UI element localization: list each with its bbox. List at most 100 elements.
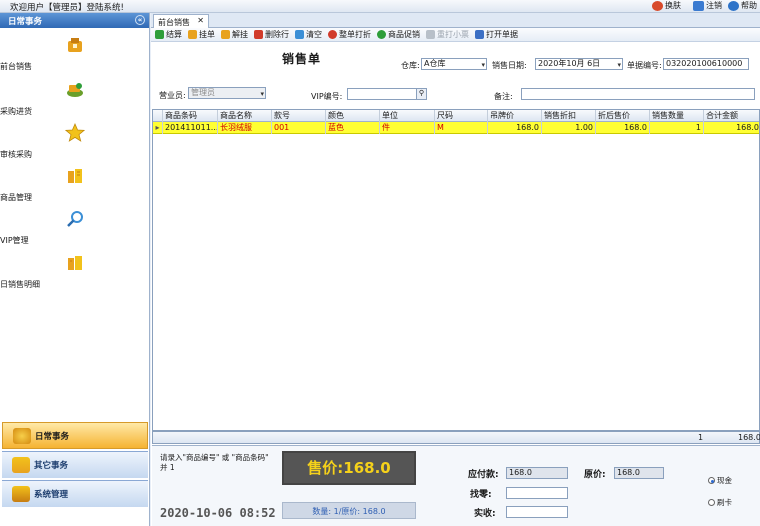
col-discount[interactable]: 销售折扣 [542,110,596,122]
sidebar-item-review-purchase[interactable]: 审核采购 [0,122,150,159]
sidebar-item-front-sales[interactable]: 前台销售 [0,35,150,71]
col-tag-price[interactable]: 吊牌价 [488,110,542,122]
tab-bar: 前台销售 ✕ [151,13,760,28]
sidebar-item-purchase[interactable]: 采购进货 [0,80,150,116]
col-color[interactable]: 颜色 [326,110,380,122]
summary-amount: 168.0 [738,433,760,442]
main-panel: 前台销售 ✕ 结算 挂单 解挂 删除行 清空 整单打折 商品促销 重打小票 打开… [151,13,760,526]
row-indicator-icon: ▸ [153,122,163,134]
sales-date-label: 销售日期: [492,61,527,70]
sales-date-picker[interactable]: 2020年10月 6日 ▾ [535,58,623,70]
unhang-icon [221,30,230,39]
pay-cash-radio[interactable]: 现金 [708,475,732,486]
col-discounted-price[interactable]: 折后售价 [596,110,650,122]
order-discount-button[interactable]: 整单打折 [328,29,371,40]
col-size[interactable]: 尺码 [435,110,488,122]
skin-icon [652,0,663,11]
page-title: 销售单 [282,52,322,66]
reprint-receipt-button[interactable]: 重打小票 [426,29,469,40]
clerk-label: 营业员: [159,91,186,100]
unhang-order-button[interactable]: 解挂 [221,29,248,40]
clear-button[interactable]: 清空 [295,29,322,40]
report-icon [68,256,82,270]
promotion-icon [377,30,386,39]
top-bar: 欢迎用户【管理员】登陆系统! 换肤 注销 帮助 [0,0,760,13]
amount-due-label: 应付款: [468,470,499,480]
other-affairs-icon [12,457,30,473]
vip-input[interactable]: ⚲ [347,88,427,100]
open-document-button[interactable]: 打开单据 [475,29,518,40]
clerk-select[interactable]: 管理员 ▾ [188,87,266,99]
vip-label: VIP编号: [311,92,343,101]
change-field [506,487,568,499]
tab-front-sales[interactable]: 前台销售 ✕ [153,14,209,28]
sales-grid: 商品条码 商品名称 款号 颜色 单位 尺码 吊牌价 销售折扣 折后售价 销售数量… [152,109,760,431]
logout-icon [693,0,704,11]
received-label: 实收: [474,509,496,519]
daily-affairs-icon [13,427,31,444]
checkout-panel: 请录入"商品编号" 或 "商品条码" 并 1 2020-10-06 08:52 … [152,445,760,526]
col-name[interactable]: 商品名称 [218,110,272,122]
grid-header: 商品条码 商品名称 款号 颜色 单位 尺码 吊牌价 销售折扣 折后售价 销售数量… [153,110,759,122]
change-label: 找零: [470,490,492,500]
welcome-text: 欢迎用户【管理员】登陆系统! [10,3,124,13]
star-icon [64,122,86,142]
group-other-affairs[interactable]: 其它事务 [2,451,148,478]
help-button[interactable]: 帮助 [728,0,757,11]
input-hint: 请录入"商品编号" 或 "商品条码" 并 1 [160,453,269,472]
col-total[interactable]: 合计金额 [704,110,759,122]
sidebar: 日常事务 « 前台销售 采购进货 审核采购 商品管理 VIP管理 日销售明细 日… [0,13,150,526]
shop-icon [68,38,82,52]
skin-button[interactable]: 换肤 [652,0,681,11]
settle-icon [155,30,164,39]
group-daily-affairs[interactable]: 日常事务 [2,422,148,449]
quantity-display: 数量: 1/原价: 168.0 [282,502,416,519]
sidebar-header: 日常事务 « [0,13,149,28]
hang-order-button[interactable]: 挂单 [188,29,215,40]
received-input[interactable] [506,506,568,518]
col-barcode[interactable]: 商品条码 [163,110,218,122]
settle-button[interactable]: 结算 [155,29,182,40]
chevron-down-icon: ▾ [260,90,264,98]
calendar-dropdown-icon: ▾ [617,61,621,69]
note-label: 备注: [494,92,513,101]
table-row[interactable]: ▸ 201411011... 长羽绒服 001 蓝色 件 M 168.0 1.0… [153,122,759,134]
discount-icon [328,30,337,39]
help-icon [728,0,739,11]
search-icon [67,211,83,227]
warehouse-select[interactable]: A仓库 ▾ [421,58,487,70]
summary-quantity: 1 [698,433,704,442]
clock-display: 2020-10-06 08:52 [160,506,276,520]
sidebar-item-daily-sales[interactable]: 日销售明细 [0,253,150,289]
purchase-icon [67,83,83,97]
goods-icon [68,169,82,183]
delete-icon [254,30,263,39]
lookup-icon[interactable]: ⚲ [416,89,426,99]
doc-no-label: 单据编号: [627,61,662,70]
col-style-no[interactable]: 款号 [272,110,326,122]
logout-button[interactable]: 注销 [693,0,722,11]
sidebar-item-vip[interactable]: VIP管理 [0,209,150,245]
warehouse-label: 仓库: [401,61,420,70]
sidebar-item-goods[interactable]: 商品管理 [0,166,150,202]
pay-card-radio[interactable]: 刷卡 [708,497,732,508]
price-display: 售价:168.0 [282,451,416,485]
delete-row-button[interactable]: 删除行 [254,29,289,40]
grid-summary: 1 168.0 [152,431,760,444]
col-quantity[interactable]: 销售数量 [650,110,704,122]
note-input[interactable] [521,88,755,100]
document-icon [475,30,484,39]
group-system-admin[interactable]: 系统管理 [2,480,148,507]
col-unit[interactable]: 单位 [380,110,435,122]
chevron-down-icon: ▾ [481,61,485,69]
collapse-icon[interactable]: « [135,15,145,25]
promotion-button[interactable]: 商品促销 [377,29,420,40]
close-icon[interactable]: ✕ [197,16,204,25]
clear-icon [295,30,304,39]
printer-icon [426,30,435,39]
original-price-field: 168.0 [614,467,664,479]
doc-no-field[interactable]: 032020100610000 [663,58,749,70]
toolbar: 结算 挂单 解挂 删除行 清空 整单打折 商品促销 重打小票 打开单据 [151,28,760,42]
amount-due-field: 168.0 [506,467,568,479]
system-admin-icon [12,486,30,502]
